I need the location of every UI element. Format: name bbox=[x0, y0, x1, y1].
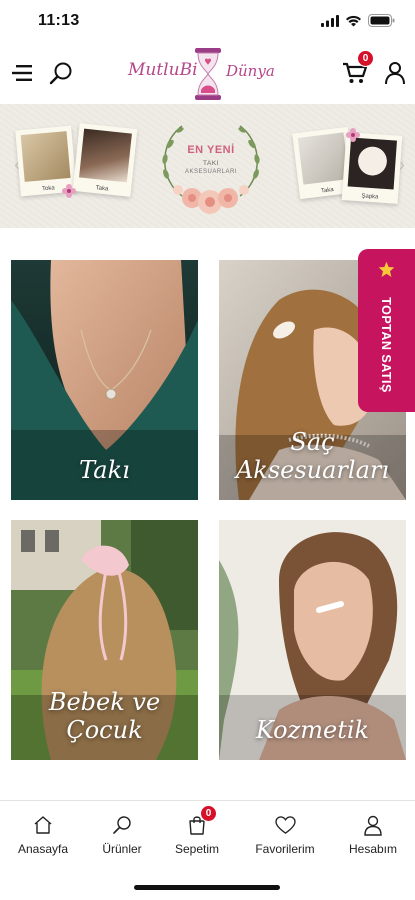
category-card-bebek-ve-cocuk[interactable]: Bebek ve Çocuk bbox=[11, 520, 198, 760]
banner-title: EN YENİ bbox=[187, 144, 235, 156]
status-time: 11:13 bbox=[38, 12, 80, 29]
category-label: Kozmetik bbox=[255, 716, 370, 744]
account-button[interactable] bbox=[380, 58, 410, 88]
tab-sepetim[interactable]: 0 Sepetim bbox=[157, 805, 237, 856]
tab-label: Sepetim bbox=[174, 842, 220, 856]
app-header: MutluBi Dünya 0 bbox=[0, 44, 415, 104]
user-icon bbox=[385, 62, 405, 85]
polaroid-photo: Taka bbox=[72, 123, 138, 197]
category-card-taki[interactable]: Takı bbox=[11, 260, 198, 500]
logo-text-left: MutluBi bbox=[128, 60, 198, 80]
search-icon bbox=[113, 816, 131, 834]
logo-text-right: Dünya bbox=[226, 62, 275, 80]
tab-label: Hesabım bbox=[348, 842, 398, 856]
category-label: Saç Aksesuarları bbox=[235, 428, 390, 484]
wholesale-side-tab[interactable]: TOPTAN SATIŞ bbox=[358, 249, 415, 412]
banner-subtitle: AKSESUARLARI bbox=[184, 169, 238, 175]
home-indicator bbox=[134, 885, 280, 890]
tab-favorilerim[interactable]: Favorilerim bbox=[245, 813, 325, 856]
cart-button[interactable]: 0 bbox=[340, 50, 374, 88]
status-bar: 11:13 bbox=[0, 0, 415, 44]
menu-icon bbox=[12, 65, 32, 81]
tab-label: Ürünler bbox=[102, 842, 142, 856]
flower-decoration-icon bbox=[346, 128, 360, 142]
cart-badge: 0 bbox=[357, 50, 374, 67]
home-icon bbox=[34, 816, 52, 834]
tab-label: Anasayfa bbox=[17, 842, 69, 856]
tab-urunler[interactable]: Ürünler bbox=[82, 813, 162, 856]
status-icons bbox=[321, 14, 395, 27]
banner-wreath: EN YENİ TAKI AKSESUARLARI bbox=[152, 114, 270, 220]
brand-logo[interactable]: MutluBi Dünya bbox=[122, 46, 292, 102]
tab-label: Favorilerim bbox=[255, 842, 315, 856]
tab-anasayfa[interactable]: Anasayfa bbox=[3, 813, 83, 856]
category-label: Bebek ve Çocuk bbox=[48, 688, 161, 744]
wreath-icon bbox=[162, 125, 260, 214]
battery-icon bbox=[368, 14, 395, 27]
category-label: Takı bbox=[79, 456, 130, 484]
signal-icon bbox=[321, 14, 339, 27]
hourglass-icon bbox=[195, 48, 221, 100]
heart-icon bbox=[274, 815, 296, 834]
banner-subtitle: TAKI bbox=[203, 160, 219, 167]
sepet-badge: 0 bbox=[200, 805, 217, 822]
user-icon bbox=[364, 815, 382, 836]
wifi-icon bbox=[346, 15, 361, 26]
category-card-kozmetik[interactable]: Kozmetik bbox=[219, 520, 406, 760]
search-button[interactable] bbox=[46, 58, 76, 88]
flower-decoration-icon bbox=[62, 184, 76, 198]
search-icon bbox=[49, 62, 72, 85]
tab-hesabim[interactable]: Hesabım bbox=[333, 813, 413, 856]
polaroid-photo: Şapka bbox=[341, 132, 403, 204]
wholesale-label: TOPTAN SATIŞ bbox=[379, 297, 393, 393]
star-icon bbox=[378, 261, 395, 277]
promo-banner[interactable]: ‹ › Toka Taka bbox=[0, 104, 415, 228]
menu-button[interactable] bbox=[8, 58, 38, 88]
